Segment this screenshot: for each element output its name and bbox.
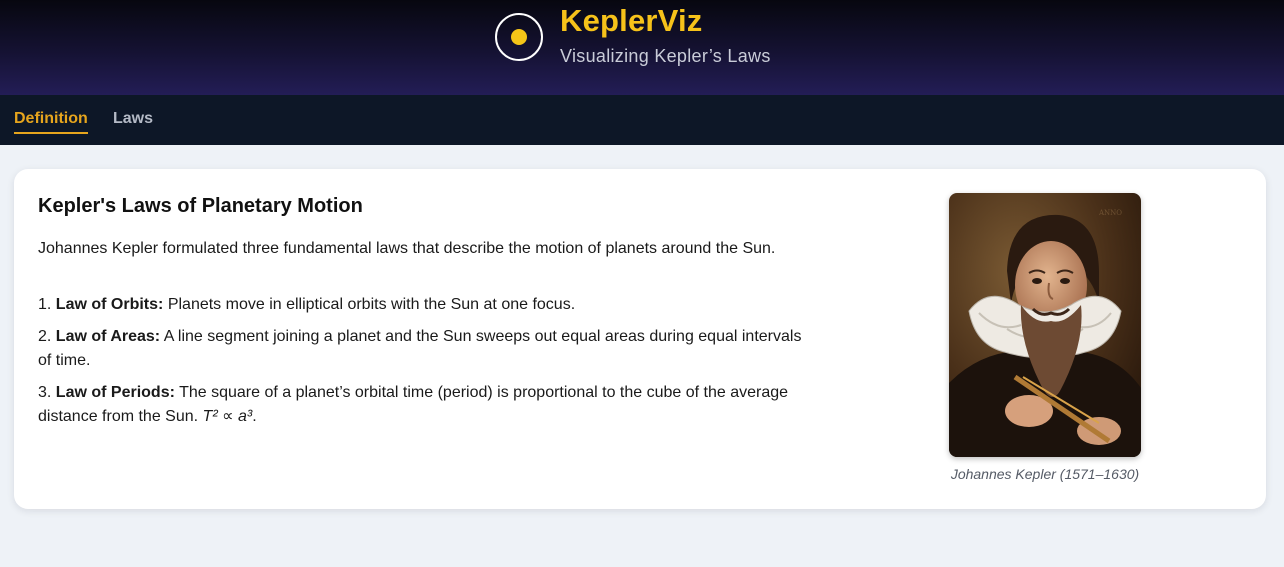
app-title: KeplerViz [560,3,703,38]
intro-text: Johannes Kepler formulated three fundame… [38,240,776,257]
orbit-sun-icon [495,13,543,61]
kepler-third-law-formula: T² ∝ a³ [202,408,253,425]
definition-card: Kepler's Laws of Planetary Motion Johann… [14,169,1266,509]
sun-dot [511,29,527,45]
law-periods: 3. Law of Periods: The square of a plane… [38,381,808,429]
law-label: Law of Orbits: [55,296,164,313]
law-orbits: 1. Law of Orbits: Planets move in ellipt… [38,293,808,317]
kepler-portrait: ANNO [949,193,1141,457]
law-number: 2. [38,328,52,345]
portrait-caption: Johannes Kepler (1571–1630) [950,466,1140,482]
card-title: Kepler's Laws of Planetary Motion [38,195,363,217]
svg-text:ANNO: ANNO [1098,209,1122,217]
law-areas: 2. Law of Areas: A line segment joining … [38,325,808,373]
tab-definition[interactable]: Definition [14,110,88,134]
tab-laws[interactable]: Laws [113,110,153,128]
app-subtitle: Visualizing Kepler’s Laws [560,46,771,66]
law-label: Law of Periods: [55,384,175,401]
tab-bar: Definition Laws [0,95,1284,145]
law-label: Law of Areas: [55,328,161,345]
app-header: KeplerViz Visualizing Kepler’s Laws [0,0,1284,95]
formula-end: . [252,408,257,425]
law-number: 3. [38,384,52,401]
law-text: Planets move in elliptical orbits with t… [167,296,576,313]
kepler-portrait-image: ANNO [949,193,1141,457]
law-number: 1. [38,296,52,313]
